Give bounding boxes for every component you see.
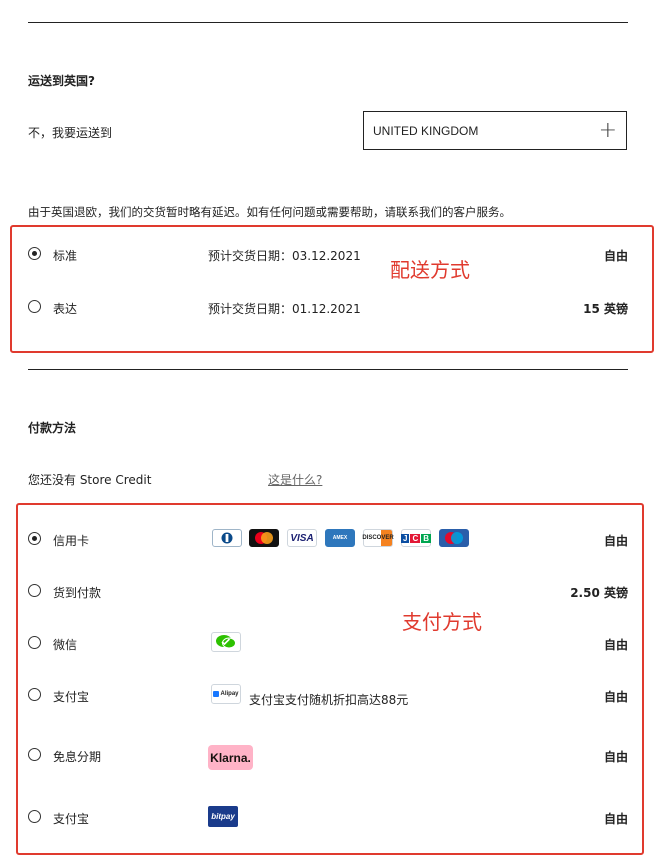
brexit-notice: 由于英国退欧，我们的交货暂时略有延迟。如有任何问题或需要帮助，请联系我们的客户服… (28, 205, 511, 219)
payment-option-label: 货到付款 (53, 586, 102, 600)
shipping-annotation-box (10, 225, 654, 353)
payment-price: 自由 (603, 812, 628, 826)
radio-standard[interactable] (28, 247, 41, 260)
country-select[interactable]: UNITED KINGDOM + (363, 111, 627, 150)
shipping-annotation-label: 配送方式 (390, 258, 470, 282)
radio-credit-card[interactable] (28, 532, 41, 545)
payment-annotation-label: 支付方式 (402, 610, 482, 634)
payment-option-label: 免息分期 (53, 750, 102, 764)
shipping-question: 运送到英国? (28, 74, 95, 88)
discover-icon: DISCOVER (362, 529, 394, 547)
what-is-this-link[interactable]: 这是什么? (268, 471, 322, 488)
country-value: UNITED KINGDOM (373, 124, 479, 138)
delivery-estimate: 预计交货日期：03.12.2021 (208, 249, 361, 263)
mastercard-icon (249, 529, 279, 547)
store-credit-text: 您还没有 Store Credit (28, 473, 152, 487)
ship-elsewhere-label: 不，我要运送到 (28, 126, 113, 140)
visa-icon: VISA (287, 529, 317, 547)
amex-icon: AMEX (325, 529, 355, 547)
top-divider (28, 22, 628, 23)
radio-alipay[interactable] (28, 688, 41, 701)
payment-title: 付款方法 (28, 421, 77, 435)
card-logos: VISA AMEX DISCOVER JCB (210, 529, 472, 549)
wechat-icon (211, 632, 241, 652)
radio-klarna[interactable] (28, 748, 41, 761)
shipping-price: 15 英镑 (583, 302, 628, 316)
plus-icon[interactable]: + (599, 118, 617, 143)
radio-express[interactable] (28, 300, 41, 313)
bitpay-icon: bitpay (208, 806, 238, 827)
alipay-promo: 支付宝支付随机折扣高达88元 (249, 693, 409, 707)
payment-price: 自由 (603, 690, 628, 704)
radio-bitpay[interactable] (28, 810, 41, 823)
payment-price: 自由 (603, 534, 628, 548)
payment-price: 自由 (603, 750, 628, 764)
maestro-icon (439, 529, 469, 547)
radio-cod[interactable] (28, 584, 41, 597)
klarna-icon: Klarna. (208, 745, 253, 770)
payment-option-label: 支付宝 (53, 690, 90, 704)
payment-option-label: 支付宝 (53, 812, 90, 826)
alipay-icon: Alipay (211, 684, 241, 704)
shipping-option-label: 标准 (53, 249, 78, 263)
jcb-icon: JCB (401, 529, 432, 547)
payment-option-label: 信用卡 (53, 534, 90, 548)
radio-wechat[interactable] (28, 636, 41, 649)
shipping-price: 自由 (603, 249, 628, 263)
shipping-option-label: 表达 (53, 302, 78, 316)
payment-price: 2.50 英镑 (570, 586, 628, 600)
section-divider (28, 369, 628, 370)
delivery-estimate: 预计交货日期：01.12.2021 (208, 302, 361, 316)
payment-option-label: 微信 (53, 638, 78, 652)
diners-icon (212, 529, 242, 547)
payment-price: 自由 (603, 638, 628, 652)
payment-annotation-box (16, 503, 644, 855)
